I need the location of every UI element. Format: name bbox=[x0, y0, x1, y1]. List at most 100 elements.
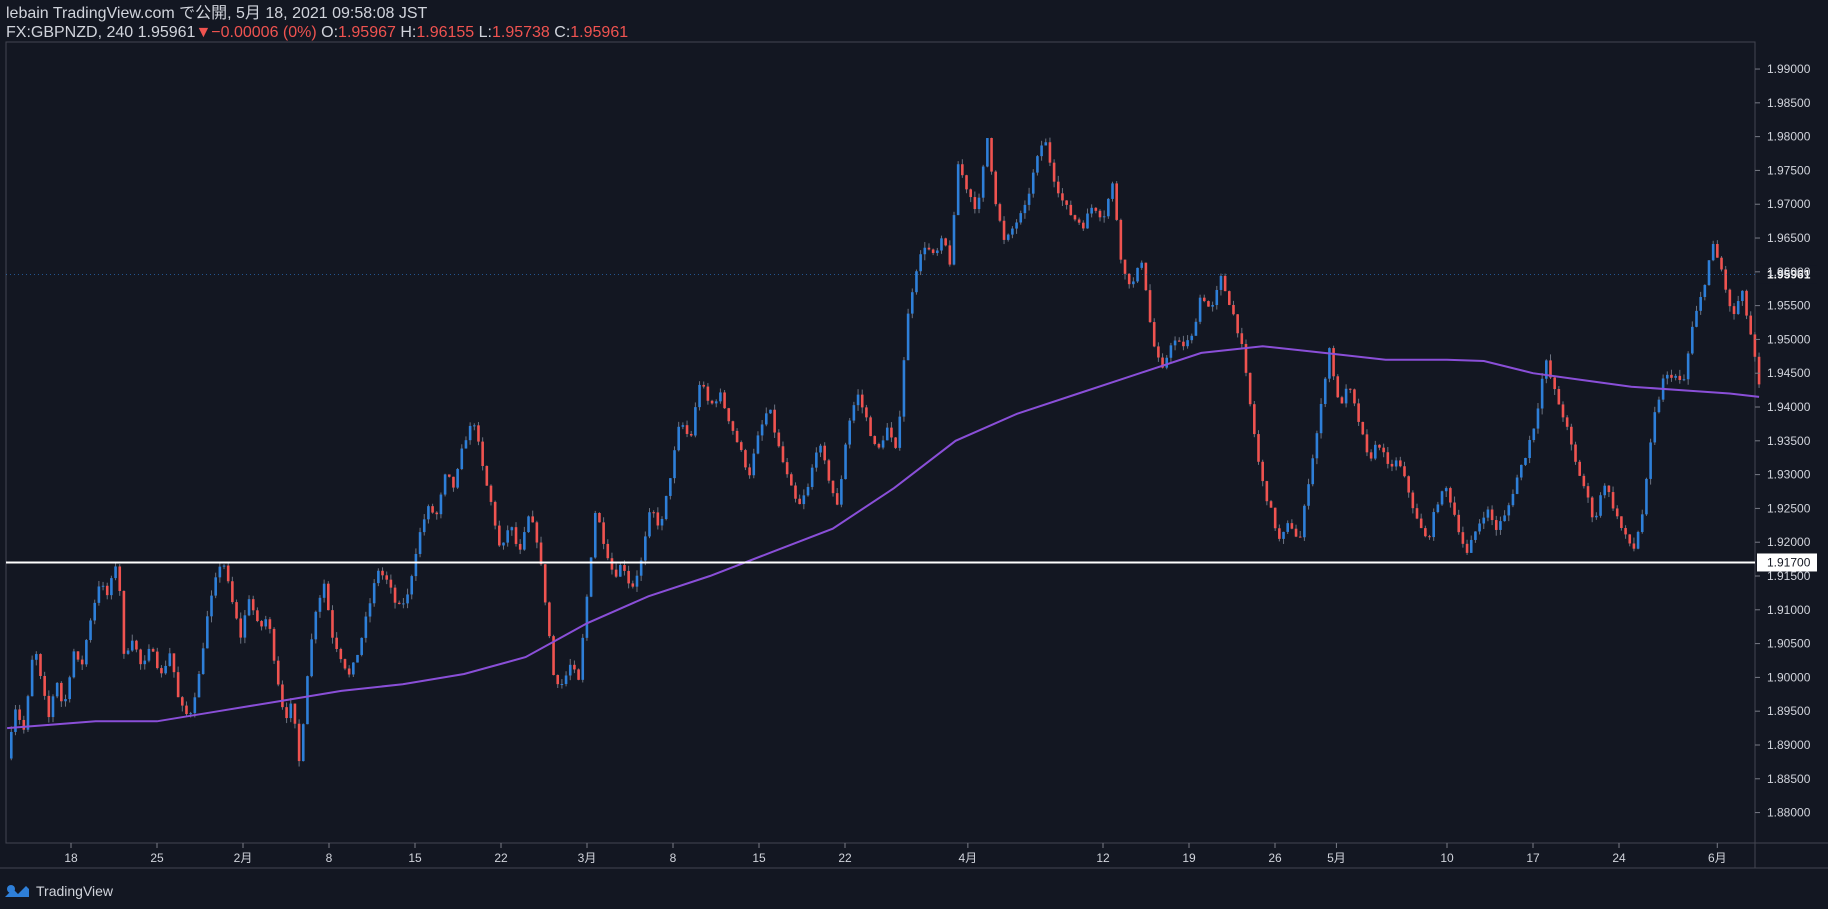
price-tick-label: 1.92000 bbox=[1767, 535, 1811, 549]
candle-down bbox=[1236, 314, 1239, 334]
candle-down bbox=[1728, 289, 1732, 307]
candle-down bbox=[1207, 301, 1210, 307]
candle-down bbox=[118, 566, 122, 591]
candle-up bbox=[1282, 531, 1285, 539]
candle-up bbox=[1478, 523, 1481, 532]
brand-label[interactable]: TradingView bbox=[36, 883, 113, 899]
candle-down bbox=[731, 421, 735, 431]
candle-up bbox=[819, 445, 822, 453]
candle-down bbox=[1620, 516, 1623, 529]
candle-down bbox=[994, 171, 998, 205]
candle-down bbox=[293, 703, 297, 724]
candle-down bbox=[1457, 514, 1461, 533]
candle-up bbox=[564, 675, 568, 684]
candle-up bbox=[1515, 477, 1519, 494]
candle-up bbox=[1469, 539, 1473, 553]
candle-up bbox=[1532, 428, 1536, 441]
candle-down bbox=[543, 564, 547, 603]
price-chart[interactable]: 1.959611.91700 1.880001.885001.890001.89… bbox=[0, 0, 1828, 909]
candle-down bbox=[610, 558, 614, 570]
candle-up bbox=[1373, 444, 1377, 459]
time-axis[interactable]: 18 25 2月 8 15 22 3月 8 15 22 4月 12 19 26 5月 10 17 24 6月 bbox=[64, 843, 1727, 865]
candle-up bbox=[1394, 460, 1398, 467]
candle-down bbox=[1757, 356, 1761, 385]
candle-up bbox=[815, 452, 818, 468]
candle-down bbox=[1419, 518, 1423, 529]
candle-down bbox=[1127, 273, 1131, 285]
candle-down bbox=[1461, 532, 1465, 544]
candle-down bbox=[1582, 475, 1586, 487]
time-tick-label: 8 bbox=[670, 851, 677, 865]
candle-up bbox=[377, 570, 380, 584]
candle-down bbox=[47, 695, 51, 718]
candle-down bbox=[577, 669, 580, 680]
candle-down bbox=[873, 436, 877, 445]
candle-down bbox=[627, 570, 630, 584]
candle-up bbox=[885, 427, 889, 441]
candle-down bbox=[281, 684, 284, 708]
candle-down bbox=[1336, 376, 1340, 398]
price-axis[interactable]: 1.88000 1.88500 1.89000 1.89500 1.90000 1.905… bbox=[1755, 62, 1811, 820]
price-tick-label: 1.97000 bbox=[1767, 197, 1811, 211]
candle-up bbox=[310, 639, 313, 677]
candle-up bbox=[681, 425, 685, 427]
candle-up bbox=[523, 532, 526, 550]
candle-up bbox=[1319, 403, 1323, 434]
candle-up bbox=[372, 583, 376, 604]
candle-up bbox=[443, 474, 447, 495]
candle-down bbox=[1048, 142, 1052, 163]
time-tick-label: 18 bbox=[64, 851, 78, 865]
candle-up bbox=[719, 392, 722, 402]
candle-up bbox=[981, 166, 985, 198]
tradingview-logo-icon[interactable] bbox=[4, 883, 30, 899]
candle-up bbox=[1107, 198, 1110, 217]
candle-up bbox=[1040, 145, 1043, 157]
candle-up bbox=[9, 731, 13, 759]
candle-up bbox=[97, 586, 101, 603]
candle-down bbox=[297, 723, 301, 762]
candle-up bbox=[1315, 433, 1319, 459]
candle-down bbox=[1340, 397, 1344, 404]
candle-down bbox=[272, 628, 276, 661]
candle-up bbox=[1711, 244, 1715, 261]
candle-up bbox=[1540, 378, 1544, 409]
candle-up bbox=[752, 453, 756, 476]
candle-down bbox=[1590, 497, 1594, 518]
candle-up bbox=[1086, 213, 1089, 229]
candle-up bbox=[222, 565, 226, 567]
candle-down bbox=[1232, 304, 1235, 315]
price-tick-label: 1.89500 bbox=[1767, 704, 1811, 718]
candle-up bbox=[1482, 517, 1486, 524]
candle-up bbox=[660, 519, 664, 526]
candle-down bbox=[606, 543, 610, 559]
candle-down bbox=[652, 512, 655, 514]
price-tick-label: 1.96500 bbox=[1767, 231, 1811, 245]
candle-down bbox=[835, 493, 839, 505]
candle-up bbox=[318, 597, 322, 612]
candle-down bbox=[76, 651, 80, 660]
candle-up bbox=[806, 486, 810, 496]
candle-up bbox=[68, 677, 71, 700]
candle-up bbox=[1344, 388, 1348, 404]
candle-down bbox=[927, 247, 931, 250]
candle-down bbox=[1357, 403, 1360, 422]
candle-down bbox=[335, 637, 338, 649]
candle-up bbox=[143, 660, 147, 665]
candle-up bbox=[1165, 357, 1169, 368]
candle-down bbox=[739, 442, 743, 451]
candle-down bbox=[823, 445, 826, 461]
candle-down bbox=[965, 175, 968, 190]
candle-up bbox=[468, 425, 472, 441]
candle-up bbox=[1219, 275, 1223, 290]
candle-down bbox=[135, 640, 138, 650]
candle-down bbox=[493, 501, 497, 526]
candle-up bbox=[126, 650, 130, 654]
candle-up bbox=[1090, 207, 1093, 214]
candle-up bbox=[581, 637, 585, 680]
price-tick-label: 1.89000 bbox=[1767, 738, 1811, 752]
candle-down bbox=[18, 709, 21, 720]
candle-down bbox=[548, 602, 551, 637]
candle-down bbox=[481, 441, 484, 466]
candle-up bbox=[314, 611, 318, 640]
candle-down bbox=[43, 675, 46, 696]
